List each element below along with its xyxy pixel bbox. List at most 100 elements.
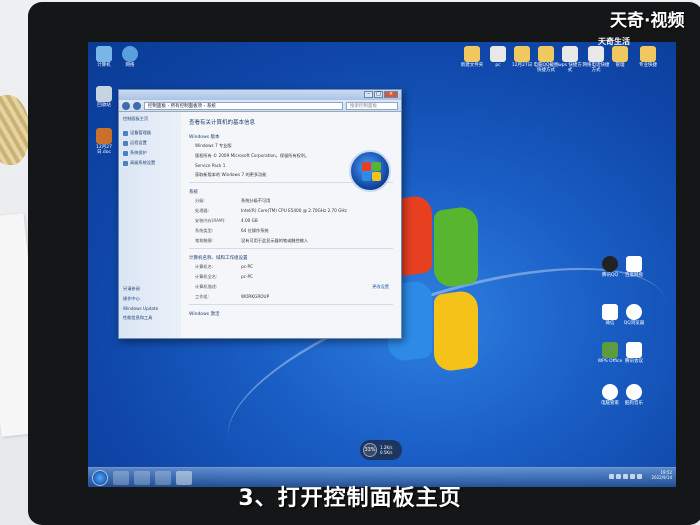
desktop-icon-right[interactable]: 腾讯会议 xyxy=(620,342,648,365)
net-speed-widget[interactable]: 33% 1.2K/s 0.5K/s xyxy=(360,440,402,460)
get-more-link[interactable]: 获取新版本的 Windows 7 的更多功能 xyxy=(195,172,266,178)
wheat-decoration xyxy=(0,95,30,165)
brand-subtitle: 天奇生活 xyxy=(598,37,630,46)
folder-icon xyxy=(640,46,656,62)
sidebar-item-device-manager[interactable]: 设备管理器 xyxy=(123,130,177,136)
copyright: 版权所有 © 2009 Microsoft Corporation。保留所有权利… xyxy=(195,153,310,158)
desktop-icon-right[interactable]: 百度网盘 xyxy=(620,256,648,279)
shield-icon xyxy=(123,130,128,136)
row-value: pc-PC xyxy=(241,274,253,279)
folder-icon xyxy=(514,46,530,62)
maximize-button[interactable]: □ xyxy=(374,91,383,98)
row-value: 64 位操作系统 xyxy=(241,228,269,233)
qq-icon xyxy=(602,256,618,272)
sidebar-item-protection[interactable]: 系统保护 xyxy=(123,150,177,156)
row-key: 处理器: xyxy=(195,208,209,213)
row-key: 工作组: xyxy=(195,294,209,299)
monitor: 计算机 网络 回收站 12月27日.doc 新建文件夹 pc 12月27日 电脑… xyxy=(28,2,700,525)
tray-icon[interactable] xyxy=(623,474,628,479)
desktop-icon-top[interactable]: 专业快捷 xyxy=(634,46,662,69)
row-value: 没有可用于此显示器的笔或触控输入 xyxy=(241,238,309,243)
sidebar-item-advanced[interactable]: 高级系统设置 xyxy=(123,160,177,166)
browser-icon xyxy=(626,304,642,320)
desktop: 计算机 网络 回收站 12月27日.doc 新建文件夹 pc 12月27日 电脑… xyxy=(88,42,676,487)
page-title: 查看有关计算机的基本信息 xyxy=(189,120,256,126)
tray-icon[interactable] xyxy=(616,474,621,479)
file-icon xyxy=(490,46,506,62)
desktop-icon-right[interactable]: 酷狗音乐 xyxy=(620,384,648,407)
folder-icon xyxy=(464,46,480,62)
shortcut-icon xyxy=(562,46,578,62)
kugou-icon xyxy=(626,384,642,400)
desktop-icon-right[interactable]: QQ浏览器 xyxy=(620,304,648,327)
row-key: 计算机全名: xyxy=(195,274,218,279)
row-key: 笔和触摸: xyxy=(195,238,214,243)
row-value: WORKGROUP xyxy=(241,294,270,299)
sidebar-item-remote[interactable]: 远程设置 xyxy=(123,140,177,146)
desktop-icon-recycle-bin[interactable]: 回收站 xyxy=(90,86,118,109)
row-key: 安装内存(RAM): xyxy=(195,218,226,223)
network-icon xyxy=(122,46,138,62)
speed-percent: 33% xyxy=(363,443,377,457)
cloud-icon xyxy=(626,256,642,272)
row-value: pc-PC xyxy=(241,264,253,269)
desktop-icon-top[interactable]: 新建文件夹 xyxy=(458,46,486,69)
desktop-icon-top[interactable]: wps 快捷方式 xyxy=(556,46,584,74)
row-key: 计算机描述: xyxy=(195,284,218,289)
row-value: 4.00 GB xyxy=(241,218,258,223)
address-bar[interactable]: 控制面板 › 所有控制面板项 › 系统 xyxy=(144,101,343,110)
download-speed: 0.5K/s xyxy=(380,450,393,455)
see-also-title: 另请参阅 xyxy=(123,286,140,291)
activation-section: Windows 激活 xyxy=(189,312,220,317)
system-tray xyxy=(609,474,642,479)
row-key: 分级: xyxy=(195,198,205,203)
row-key: 系统类型: xyxy=(195,228,214,233)
see-also-link[interactable]: 操作中心 xyxy=(123,296,177,302)
tray-icon[interactable] xyxy=(630,474,635,479)
back-icon[interactable] xyxy=(122,101,130,110)
shield-icon xyxy=(123,150,128,156)
minimize-button[interactable]: – xyxy=(364,91,373,98)
search-input[interactable]: 搜索控制面板 xyxy=(346,101,398,110)
window-titlebar[interactable]: – □ × xyxy=(119,90,401,100)
recycle-bin-icon xyxy=(96,86,112,102)
desktop-icon-network[interactable]: 网络 xyxy=(116,46,144,69)
desktop-icon-computer[interactable]: 计算机 xyxy=(90,46,118,69)
wps-icon xyxy=(602,342,618,358)
tray-icon[interactable] xyxy=(609,474,614,479)
caption: 3、打开控制面板主页 xyxy=(238,486,462,511)
see-also: 另请参阅 操作中心 Windows Update 性能信息和工具 xyxy=(123,286,177,321)
clock[interactable]: 19:52 2022/9/14 xyxy=(651,470,672,480)
desktop-icon-top[interactable]: 管理 xyxy=(606,46,634,69)
rating-link[interactable]: 系统分级不可用 xyxy=(241,198,270,204)
shortcut-icon xyxy=(588,46,604,62)
pc-manager-icon xyxy=(602,384,618,400)
close-button[interactable]: × xyxy=(384,91,398,98)
volume-icon[interactable] xyxy=(637,474,642,479)
shield-icon xyxy=(123,160,128,166)
see-also-link[interactable]: Windows Update xyxy=(123,306,177,311)
sidebar-home-link[interactable]: 控制面板主页 xyxy=(123,116,177,122)
service-pack: Service Pack 1 xyxy=(195,163,226,168)
folder-icon xyxy=(538,46,554,62)
folder-icon xyxy=(612,46,628,62)
archive-icon xyxy=(96,128,112,144)
change-settings-link[interactable]: 更改设置 xyxy=(372,284,389,290)
computer-section: 计算机名称、域和工作组设置 xyxy=(189,256,248,261)
wechat-icon xyxy=(602,304,618,320)
main-pane: 查看有关计算机的基本信息 Windows 版本 Windows 7 专业版 版权… xyxy=(181,112,401,338)
see-also-link[interactable]: 性能信息和工具 xyxy=(123,315,177,321)
meeting-icon xyxy=(626,342,642,358)
forward-icon[interactable] xyxy=(133,101,141,110)
desktop-icon-doc[interactable]: 12月27日.doc xyxy=(90,128,118,156)
windows-logo-icon xyxy=(349,150,391,192)
shield-icon xyxy=(123,140,128,146)
system-window: – □ × 控制面板 › 所有控制面板项 › 系统 搜索控制面板 控制面板主页 … xyxy=(118,89,402,339)
row-key: 计算机名: xyxy=(195,264,214,269)
edition-section: Windows 版本 xyxy=(189,135,220,140)
brand-watermark: 天奇·视频 xyxy=(610,11,685,31)
sidebar: 控制面板主页 设备管理器 远程设置 系统保护 高级系统设置 另请参阅 操作中心 … xyxy=(119,112,181,338)
row-value: Intel(R) Core(TM) CPU E5400 @ 2.70GHz 2.… xyxy=(241,208,347,213)
edition: Windows 7 专业版 xyxy=(195,143,232,148)
computer-icon xyxy=(96,46,112,62)
